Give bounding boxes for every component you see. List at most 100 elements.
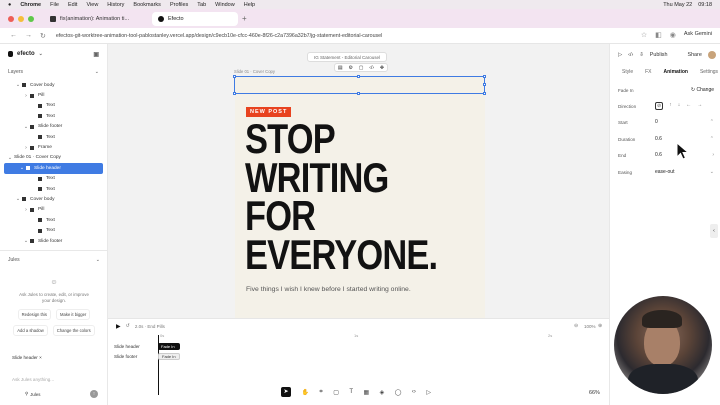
layer-item[interactable]: › Pill xyxy=(0,90,107,100)
menu-item[interactable]: View xyxy=(86,2,98,8)
play-icon[interactable]: ▷ xyxy=(618,52,622,58)
chevron-icon[interactable]: ⌄ xyxy=(14,82,22,88)
slide-subline[interactable]: Five things I wish I knew before I start… xyxy=(246,286,411,293)
bookmark-star-icon[interactable]: ☆ xyxy=(641,31,647,39)
code-icon[interactable]: ‹/› xyxy=(628,52,633,58)
send-button[interactable]: ↑ xyxy=(90,390,98,398)
resize-handle[interactable] xyxy=(483,83,486,86)
chevron-down-icon[interactable]: ⌄ xyxy=(39,51,43,57)
close-window-button[interactable] xyxy=(8,15,14,22)
chevron-icon[interactable]: ⌄ xyxy=(14,196,22,202)
suggestion-chip[interactable]: Redesign this xyxy=(17,309,52,320)
animation-clip[interactable]: Fade In xyxy=(158,352,180,360)
chevron-icon[interactable]: ⌄ xyxy=(22,124,30,130)
resize-handle[interactable] xyxy=(483,75,486,78)
tab-fx[interactable]: FX xyxy=(645,69,651,75)
board-title-chip[interactable]: IG Statement - Editorial Carousel xyxy=(307,52,387,62)
resize-handle[interactable] xyxy=(233,92,236,95)
layer-item[interactable]: Text xyxy=(0,101,107,111)
layer-item[interactable]: ⌄ Cover body xyxy=(0,80,107,90)
publish-button[interactable]: Publish xyxy=(650,52,668,58)
start-input[interactable]: 0 xyxy=(655,119,658,125)
layer-item[interactable]: Text xyxy=(0,111,107,121)
chevron-icon[interactable]: ⌄ xyxy=(6,155,14,161)
menu-item[interactable]: Edit xyxy=(68,2,77,8)
back-icon[interactable]: ← xyxy=(10,32,17,40)
layer-item[interactable]: Text xyxy=(0,174,107,184)
profile-icon[interactable]: ◉ xyxy=(670,31,676,39)
zoom-out-icon[interactable]: ⊖ xyxy=(574,323,578,329)
loop-icon[interactable]: ↺ xyxy=(126,323,130,329)
close-icon[interactable]: × xyxy=(39,355,42,360)
forward-icon[interactable]: → xyxy=(25,32,32,40)
menu-item[interactable]: Tab xyxy=(197,2,206,8)
menu-item[interactable]: Bookmarks xyxy=(133,2,161,8)
resize-handle[interactable] xyxy=(357,75,360,78)
stepper-icon[interactable]: › xyxy=(712,152,714,158)
resize-handle[interactable] xyxy=(483,92,486,95)
selection-box[interactable] xyxy=(233,75,486,95)
frame-icon[interactable]: ▢ xyxy=(359,65,364,71)
layer-item[interactable]: › Pill xyxy=(0,205,107,215)
easing-select[interactable]: ease-out xyxy=(655,169,674,175)
layer-item-selected[interactable]: ⌄ Slide header xyxy=(4,163,103,174)
code-tool-icon[interactable]: ‹› xyxy=(412,389,416,395)
sidebar-toggle-icon[interactable]: ▣ xyxy=(93,51,99,58)
comment-tool-icon[interactable]: ◯ xyxy=(395,389,402,396)
stepper-icon[interactable]: ⌃ xyxy=(710,119,714,125)
zoom-in-icon[interactable]: ⊕ xyxy=(598,323,602,329)
tab-settings[interactable]: Settings xyxy=(700,69,718,75)
collapse-jules-icon[interactable]: ⌄ xyxy=(96,257,100,263)
chevron-icon[interactable]: › xyxy=(22,145,30,151)
tab-style[interactable]: Style xyxy=(622,69,633,75)
jules-input[interactable]: Ask Jules anything... xyxy=(12,377,54,382)
ask-gemini-button[interactable]: Ask Gemini xyxy=(684,31,712,39)
apple-icon[interactable]: ● xyxy=(8,2,11,8)
arrow-up-icon[interactable]: ↑ xyxy=(669,102,672,110)
browser-tab[interactable]: fix(animation): Animation ti... xyxy=(44,12,148,26)
panel-collapse-icon[interactable]: ‹ xyxy=(710,224,718,238)
extension-icon[interactable]: ◧ xyxy=(655,31,662,39)
suggestion-chip[interactable]: Make it bigger xyxy=(56,309,91,320)
chevron-icon[interactable]: › xyxy=(22,207,30,213)
share-button[interactable]: Share xyxy=(687,52,701,58)
component-tool-icon[interactable]: ◈ xyxy=(380,389,385,396)
layer-item[interactable]: Text xyxy=(0,215,107,225)
collapse-layers-icon[interactable]: ⌄ xyxy=(95,69,99,75)
direction-none-icon[interactable]: ⊘ xyxy=(655,102,664,110)
canvas-zoom[interactable]: 66% xyxy=(589,390,600,396)
layer-item[interactable]: Text xyxy=(0,132,107,142)
menu-item[interactable]: Window xyxy=(215,2,235,8)
browser-tab-active[interactable]: Efecto xyxy=(152,11,238,26)
image-tool-icon[interactable]: ▦ xyxy=(363,389,369,396)
move-icon[interactable]: ✥ xyxy=(380,65,384,71)
resize-handle[interactable] xyxy=(233,75,236,78)
minimize-window-button[interactable] xyxy=(18,15,24,22)
chevron-icon[interactable]: ⌄ xyxy=(22,238,30,244)
menu-item[interactable]: Profiles xyxy=(170,2,188,8)
arrow-left-icon[interactable]: ← xyxy=(686,102,691,110)
arrow-down-icon[interactable]: ↓ xyxy=(678,102,681,110)
stepper-icon[interactable]: ⌃ xyxy=(710,136,714,142)
zoom-window-button[interactable] xyxy=(28,15,34,22)
suggestion-chip[interactable]: Change the colors xyxy=(52,325,95,336)
avatar[interactable] xyxy=(707,51,716,59)
download-icon[interactable]: ⇩ xyxy=(639,52,644,58)
frame-tool-icon[interactable]: ⌗ xyxy=(319,389,322,396)
menu-item[interactable]: File xyxy=(50,2,59,8)
change-effect-button[interactable]: ↻ Change xyxy=(691,87,714,93)
code-icon[interactable]: ‹/› xyxy=(369,65,374,71)
context-tag[interactable]: Slide header × xyxy=(12,355,42,360)
play-tool-icon[interactable]: ▷ xyxy=(426,389,431,396)
chevron-icon[interactable]: ⌄ xyxy=(18,165,26,171)
layer-item[interactable]: › Frame xyxy=(0,142,107,152)
rectangle-tool-icon[interactable]: ▢ xyxy=(333,389,339,396)
layout-icon[interactable]: ▤ xyxy=(338,65,343,71)
app-name[interactable]: efecto xyxy=(17,51,35,57)
hand-tool-icon[interactable]: ✋ xyxy=(301,389,308,396)
layer-item[interactable]: ⌄ Cover body xyxy=(0,194,107,204)
tab-animation[interactable]: Animation xyxy=(664,69,688,75)
reload-icon[interactable]: ↻ xyxy=(40,32,46,40)
layer-item[interactable]: Text xyxy=(0,225,107,235)
layer-item[interactable]: Text xyxy=(0,184,107,194)
